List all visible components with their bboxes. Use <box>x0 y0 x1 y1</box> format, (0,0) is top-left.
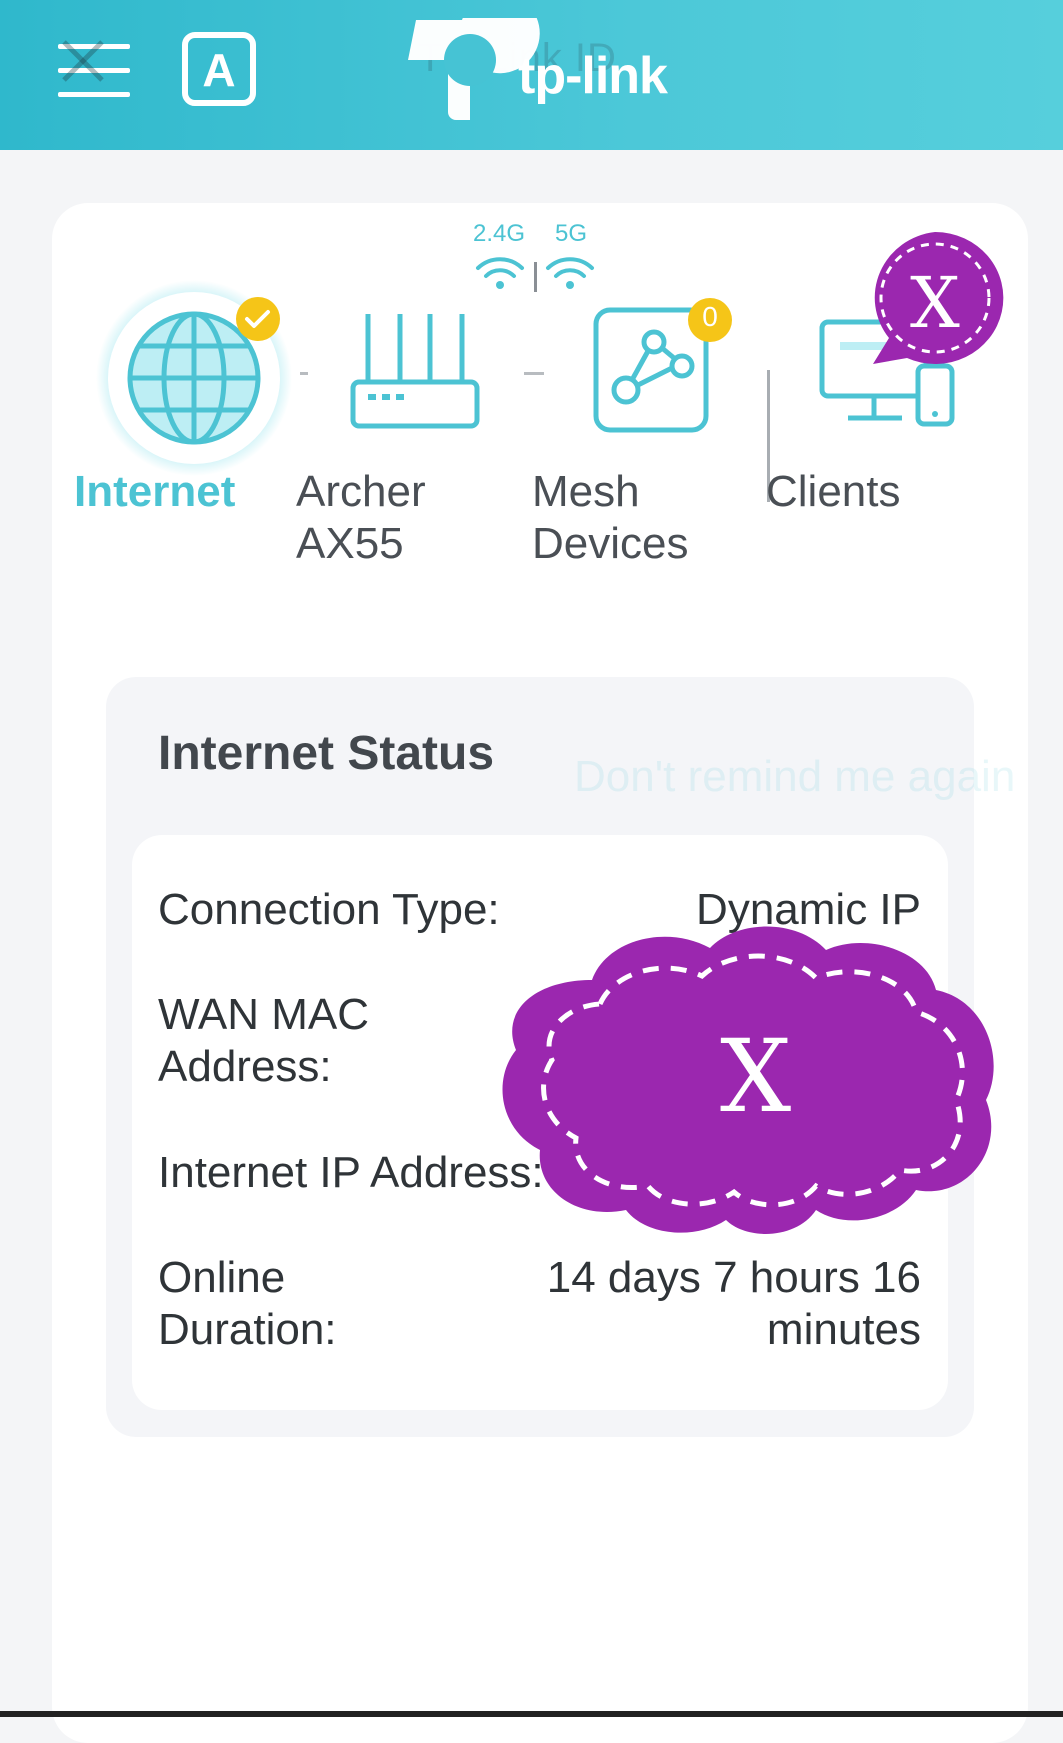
internet-label: Internet <box>74 467 236 516</box>
router-label-line1: Archer <box>296 467 426 516</box>
clients-label: Clients <box>766 467 901 516</box>
mesh-label-line2: Devices <box>532 519 689 568</box>
bottom-edge <box>0 1711 1063 1717</box>
wifi-5g-icon <box>546 257 594 289</box>
band-5g-label: 5G <box>555 220 588 247</box>
wifi-24g-icon <box>476 257 524 289</box>
hamburger-menu-icon[interactable] <box>58 40 132 100</box>
online-duration-value-line2: minutes <box>766 1305 921 1354</box>
mesh-label-line1: Mesh <box>532 467 640 516</box>
router-label: Archer AX55 <box>296 466 536 570</box>
mesh-label: Mesh Devices <box>532 466 772 570</box>
brand-name: tp-link <box>518 47 668 105</box>
online-duration-value: 14 days 7 hours 16 minutes <box>481 1252 921 1356</box>
connector-dash <box>300 372 308 375</box>
letter-a-icon[interactable]: A <box>182 32 256 106</box>
online-duration-value-line1: 14 days 7 hours 16 <box>546 1253 921 1302</box>
band-divider <box>534 262 537 292</box>
app-header: A TP-Link ID tp-link <box>0 0 1063 150</box>
router-label-line2: AX55 <box>296 519 404 568</box>
sticker-small-mark: X <box>910 262 960 344</box>
connector-dash <box>524 372 544 375</box>
dont-remind-link[interactable]: Don't remind me again <box>574 752 1015 802</box>
sticker-large-mark: X <box>720 1018 792 1135</box>
mesh-count: 0 <box>702 301 718 332</box>
internet-status-title: Internet Status <box>158 727 495 780</box>
router-icon[interactable] <box>348 310 482 430</box>
check-icon <box>236 297 280 341</box>
svg-text:A: A <box>202 44 235 96</box>
band-24g-label: 2.4G <box>473 220 526 247</box>
